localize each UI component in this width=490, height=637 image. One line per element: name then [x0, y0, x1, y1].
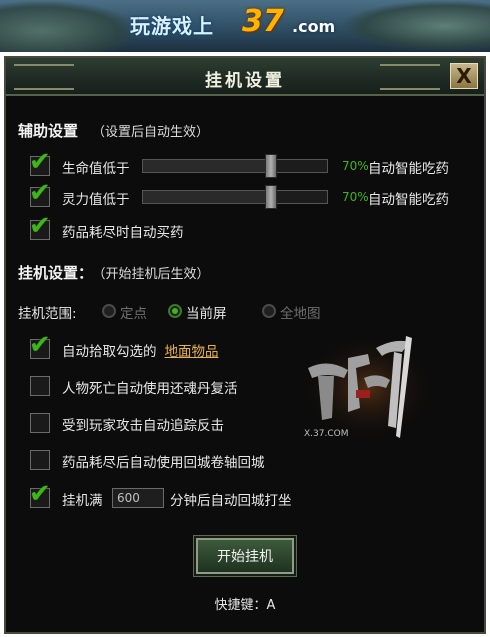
- afk-duration-before: 挂机满: [62, 493, 103, 509]
- banner-domain: .com: [292, 17, 336, 36]
- afk-section-heading: 挂机设置： （开始挂机后生效）: [18, 262, 210, 283]
- range-option-screen: 当前屏: [186, 306, 227, 322]
- hp-slider-handle[interactable]: [265, 154, 277, 178]
- mp-slider-fill: [143, 191, 267, 203]
- banner-rock-left: [0, 0, 140, 52]
- revive-label: 人物死亡自动使用还魂丹复活: [62, 381, 238, 397]
- check-icon: ✔: [29, 330, 51, 360]
- range-radio-screen[interactable]: [168, 304, 182, 318]
- banner-rock-right: [340, 0, 490, 52]
- return-scroll-checkbox[interactable]: [30, 450, 50, 470]
- counter-attack-label: 受到玩家攻击自动追踪反击: [62, 418, 224, 434]
- hotkey-hint: 快捷键：A: [214, 598, 276, 613]
- assist-heading: 辅助设置: [18, 122, 79, 140]
- afk-minutes-input[interactable]: [112, 488, 164, 508]
- revive-checkbox[interactable]: [30, 376, 50, 396]
- afk-heading: 挂机设置：: [18, 264, 94, 282]
- hp-checkbox[interactable]: ✔: [29, 147, 51, 177]
- afk-note: （开始挂机后生效）: [99, 267, 210, 282]
- hp-slider[interactable]: [142, 154, 328, 178]
- check-icon: ✔: [29, 147, 51, 177]
- check-icon: ✔: [29, 479, 51, 509]
- return-scroll-label: 药品耗尽后自动使用回城卷轴回城: [62, 455, 265, 471]
- auto-buy-checkbox[interactable]: ✔: [29, 211, 51, 241]
- close-button[interactable]: X: [450, 63, 478, 89]
- dialog-titlebar: 挂机设置 X: [6, 58, 484, 96]
- afk-settings-dialog: 挂机设置 X 辅助设置 （设置后自动生效） ✔ 生命值低于 70% 自动智能吃药 …: [4, 56, 486, 634]
- pickup-row: 自动拾取勾选的 地面物品: [62, 340, 219, 360]
- assist-note: （设置后自动生效）: [92, 125, 210, 140]
- assist-section-heading: 辅助设置 （设置后自动生效）: [18, 120, 209, 141]
- range-label: 挂机范围:: [18, 306, 77, 322]
- pickup-label: 自动拾取勾选的: [62, 344, 157, 360]
- logo-site-text: X.37.COM: [304, 429, 348, 439]
- mp-percent: 70%: [342, 190, 369, 204]
- game-logo-emblem: X.37.COM: [300, 333, 436, 443]
- hp-action: 自动智能吃药: [368, 161, 449, 177]
- start-afk-button[interactable]: 开始挂机: [196, 538, 294, 574]
- range-radio-map[interactable]: [262, 304, 276, 318]
- dialog-title: 挂机设置: [205, 71, 285, 91]
- range-option-fixed: 定点: [120, 306, 147, 322]
- afk-duration-checkbox[interactable]: ✔: [29, 479, 51, 509]
- hp-slider-fill: [143, 160, 267, 172]
- ground-items-link[interactable]: 地面物品: [165, 344, 219, 360]
- check-icon: ✔: [29, 211, 51, 241]
- auto-buy-label: 药品耗尽时自动买药: [62, 225, 184, 241]
- mp-slider[interactable]: [142, 185, 328, 209]
- range-option-map: 全地图: [280, 306, 321, 322]
- hp-label: 生命值低于: [62, 161, 130, 177]
- banner-brand: 37: [242, 4, 284, 39]
- site-banner: 玩游戏上 37 .com: [0, 0, 490, 52]
- check-icon: ✔: [29, 178, 51, 208]
- pickup-checkbox[interactable]: ✔: [29, 330, 51, 360]
- afk-duration-after: 分钟后自动回城打坐: [170, 493, 292, 509]
- counter-attack-checkbox[interactable]: [30, 413, 50, 433]
- mp-checkbox[interactable]: ✔: [29, 178, 51, 208]
- mp-slider-handle[interactable]: [265, 185, 277, 209]
- range-radio-fixed[interactable]: [102, 304, 116, 318]
- hp-percent: 70%: [342, 159, 369, 173]
- banner-slogan: 玩游戏上: [130, 14, 214, 38]
- mp-action: 自动智能吃药: [368, 192, 449, 208]
- mp-label: 灵力值低于: [62, 192, 130, 208]
